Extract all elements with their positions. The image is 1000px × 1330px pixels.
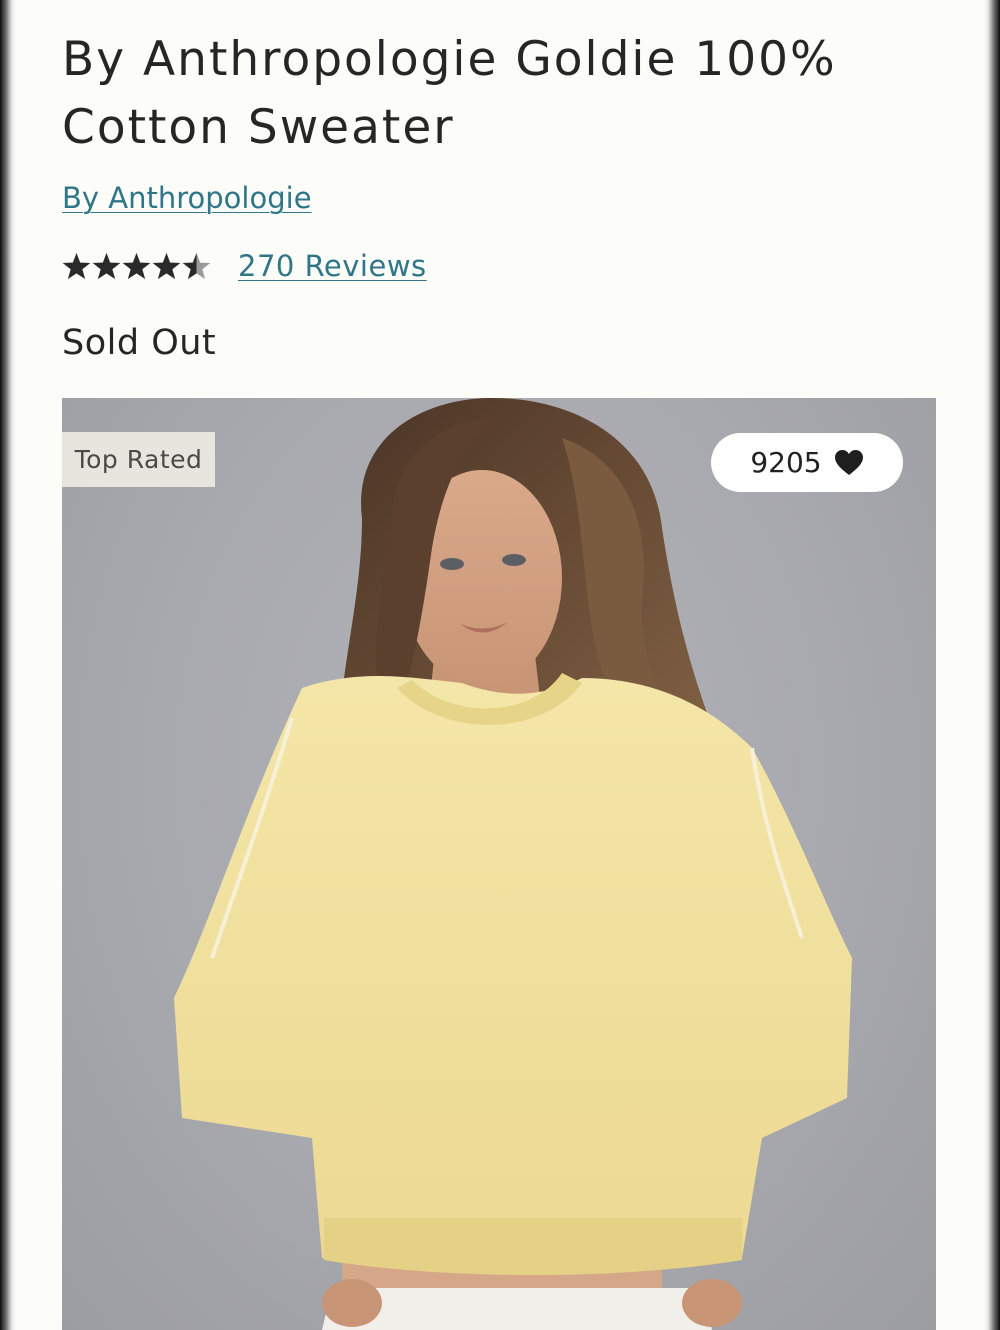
star-icon bbox=[152, 253, 181, 279]
star-icon bbox=[92, 253, 121, 279]
model-photo bbox=[174, 398, 852, 1330]
brand-link[interactable]: By Anthropologie bbox=[62, 178, 312, 218]
product-image[interactable]: Top Rated 9205 bbox=[62, 398, 936, 1330]
product-title: By Anthropologie Goldie 100% Cotton Swea… bbox=[62, 32, 837, 155]
star-icon bbox=[122, 253, 151, 279]
star-icon bbox=[182, 253, 211, 279]
rating-row: 270 Reviews bbox=[62, 244, 427, 288]
heart-icon bbox=[834, 450, 863, 475]
star-rating bbox=[62, 252, 214, 280]
stock-status: Sold Out bbox=[62, 323, 217, 363]
star-icon bbox=[62, 253, 91, 279]
reviews-link[interactable]: 270 Reviews bbox=[238, 249, 427, 283]
top-rated-badge: Top Rated bbox=[62, 432, 215, 487]
product-page: By Anthropologie Goldie 100% Cotton Swea… bbox=[0, 0, 1000, 1330]
favorite-button[interactable]: 9205 bbox=[711, 433, 903, 492]
favorites-count: 9205 bbox=[750, 446, 822, 479]
